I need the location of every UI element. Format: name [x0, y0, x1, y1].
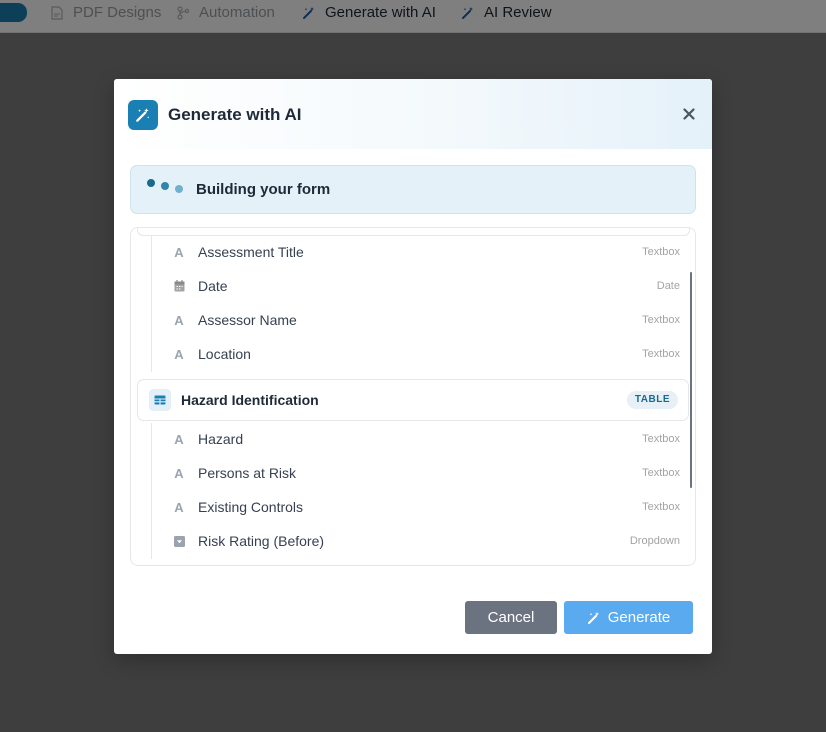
field-name: Location [198, 346, 251, 362]
tree-guide [151, 270, 152, 304]
modal-header: Generate with AI [114, 79, 712, 149]
field-type: Textbox [642, 314, 680, 326]
generate-button[interactable]: Generate [564, 601, 693, 634]
tree-guide [151, 304, 152, 338]
tree-guide [151, 491, 152, 525]
close-icon[interactable] [680, 105, 698, 123]
tree-guide [151, 457, 152, 491]
field-row[interactable]: Risk Rating (Before) Dropdown [131, 525, 695, 559]
field-name: Assessment Title [198, 244, 304, 260]
field-type: Textbox [642, 501, 680, 513]
text-icon: A [174, 499, 184, 515]
scrollbar[interactable] [690, 272, 692, 488]
field-row[interactable]: A Assessment Title Textbox [131, 236, 695, 270]
tree-guide [151, 236, 152, 270]
section-title: Hazard Identification [181, 392, 319, 408]
field-name: Existing Controls [198, 499, 304, 515]
tree-guide [151, 338, 152, 372]
status-text: Building your form [196, 181, 331, 198]
field-name: Persons at Risk [198, 465, 297, 481]
section-card-edge [137, 228, 690, 236]
field-type: Dropdown [629, 535, 680, 547]
loading-dot [175, 185, 183, 193]
text-icon: A [174, 244, 184, 260]
field-row[interactable]: A Assessor Name Textbox [131, 304, 695, 338]
dropdown-icon [173, 534, 185, 548]
field-row[interactable]: A Existing Controls Textbox [131, 491, 695, 525]
field-type: Textbox [642, 467, 680, 479]
cancel-button[interactable]: Cancel [465, 601, 557, 634]
generate-ai-modal: Generate with AI Building your form A As… [114, 79, 712, 654]
loading-dot [161, 182, 169, 190]
modal-title: Generate with AI [168, 105, 302, 124]
field-name: Hazard [198, 431, 244, 447]
field-type: Textbox [642, 433, 680, 445]
magic-wand-icon [587, 611, 601, 625]
field-name: Risk Rating (Before) [198, 533, 325, 549]
section-hazard-identification[interactable]: Hazard Identification TABLE [137, 379, 689, 421]
tree-guide [151, 525, 152, 559]
text-icon: A [174, 346, 184, 362]
field-name: Date [198, 278, 228, 294]
field-name: Assessor Name [198, 312, 297, 328]
status-banner: Building your form [130, 165, 696, 214]
tree-guide [151, 423, 152, 457]
section-type-badge: TABLE [626, 391, 678, 409]
loading-dot [147, 179, 155, 187]
field-row[interactable]: A Hazard Textbox [131, 423, 695, 457]
text-icon: A [174, 431, 184, 447]
text-icon: A [174, 312, 184, 328]
field-type: Textbox [642, 246, 680, 258]
field-row[interactable]: Date Date [131, 270, 695, 304]
generate-button-label: Generate [607, 609, 671, 626]
field-type: Date [656, 280, 680, 292]
text-icon: A [174, 465, 184, 481]
table-icon [149, 389, 171, 411]
field-type: Textbox [642, 348, 680, 360]
magic-wand-icon [128, 100, 158, 130]
field-row[interactable]: A Location Textbox [131, 338, 695, 372]
calendar-icon [173, 279, 185, 293]
field-list[interactable]: A Assessment Title Textbox Date Date A A… [130, 227, 696, 566]
field-row[interactable]: A Persons at Risk Textbox [131, 457, 695, 491]
